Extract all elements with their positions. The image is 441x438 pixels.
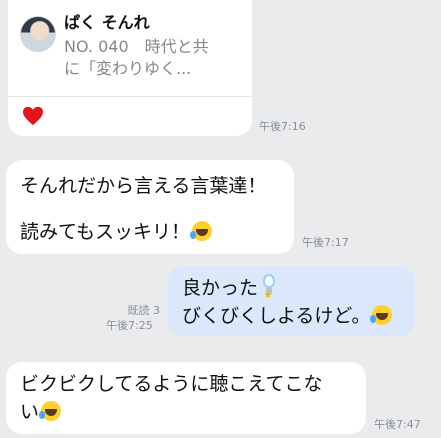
incoming-message-bubble[interactable]: ビクビクしてるように聴こえてこな い: [6, 362, 366, 434]
message-line: 読みてもスッキリ！: [20, 218, 213, 246]
message-line-text: びくびくしよるけど。: [182, 305, 371, 327]
laughing-crying-emoji-icon: [190, 221, 213, 241]
card-timestamp: 午後7:16: [259, 120, 306, 133]
message-line: 良かった ★: [182, 274, 277, 302]
shared-post-card[interactable]: ぱく そんれ NO. 040 時代と共に「変わりゆく...: [8, 0, 252, 136]
heart-icon[interactable]: [22, 106, 44, 126]
message-line: ビクビクしてるように聴こえてこな: [20, 373, 323, 395]
card-subtitle: NO. 040 時代と共に「変わりゆく...: [64, 37, 209, 78]
message-timestamp: 午後7:47: [374, 418, 421, 431]
avatar: [20, 16, 56, 52]
light-bulb-icon: ★: [261, 274, 277, 301]
message-line-text: い: [20, 401, 40, 423]
laughing-crying-emoji-icon: [370, 305, 393, 325]
message-line: い: [20, 398, 62, 426]
message-line-text: 良かった: [182, 277, 259, 299]
card-divider: [8, 96, 252, 97]
card-title: ぱく そんれ: [64, 13, 150, 32]
message-timestamp: 午後7:25: [106, 319, 153, 332]
laughing-crying-emoji-icon: [39, 401, 62, 421]
read-receipt: 既読 3: [127, 304, 161, 317]
incoming-message-bubble[interactable]: そんれだから言える言葉達！ 読みてもスッキリ！: [6, 160, 294, 254]
message-line: びくびくしよるけど。: [182, 302, 393, 330]
message-timestamp: 午後7:17: [302, 236, 349, 249]
outgoing-message-bubble[interactable]: 良かった ★ びくびくしよるけど。: [168, 266, 415, 336]
message-line: そんれだから言える言葉達！: [20, 175, 267, 197]
message-line-text: 読みてもスッキリ！: [20, 221, 191, 243]
